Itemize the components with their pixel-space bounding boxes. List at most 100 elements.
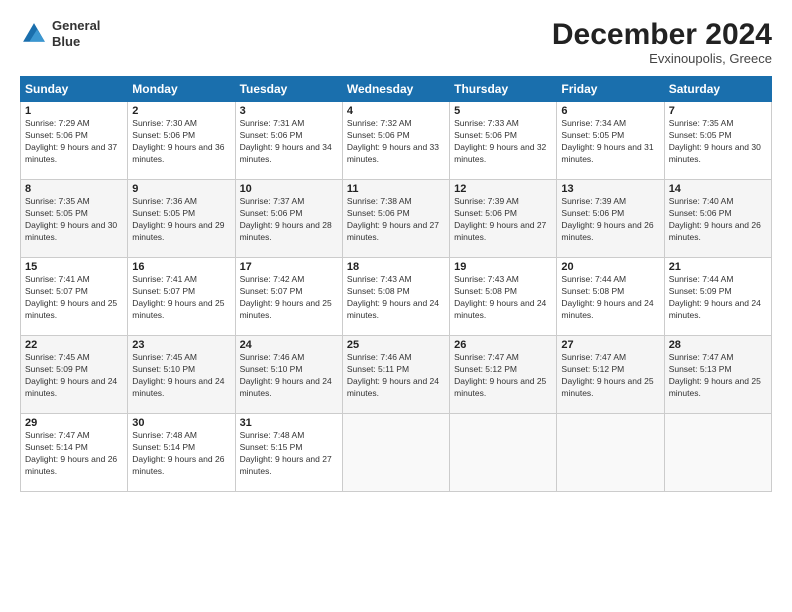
day-info: Sunrise: 7:39 AMSunset: 5:06 PMDaylight:… — [561, 196, 659, 244]
calendar-header-cell: Tuesday — [235, 77, 342, 102]
day-number: 19 — [454, 261, 552, 273]
calendar-header-cell: Sunday — [21, 77, 128, 102]
calendar-cell: 16Sunrise: 7:41 AMSunset: 5:07 PMDayligh… — [128, 258, 235, 336]
calendar-header-cell: Thursday — [450, 77, 557, 102]
day-info: Sunrise: 7:37 AMSunset: 5:06 PMDaylight:… — [240, 196, 338, 244]
calendar-cell: 9Sunrise: 7:36 AMSunset: 5:05 PMDaylight… — [128, 180, 235, 258]
day-number: 12 — [454, 183, 552, 195]
day-number: 13 — [561, 183, 659, 195]
calendar-header-cell: Monday — [128, 77, 235, 102]
calendar-cell: 8Sunrise: 7:35 AMSunset: 5:05 PMDaylight… — [21, 180, 128, 258]
day-number: 15 — [25, 261, 123, 273]
calendar-cell: 26Sunrise: 7:47 AMSunset: 5:12 PMDayligh… — [450, 336, 557, 414]
day-number: 28 — [669, 339, 767, 351]
day-info: Sunrise: 7:43 AMSunset: 5:08 PMDaylight:… — [454, 274, 552, 322]
calendar-cell: 5Sunrise: 7:33 AMSunset: 5:06 PMDaylight… — [450, 102, 557, 180]
day-number: 31 — [240, 417, 338, 429]
day-info: Sunrise: 7:45 AMSunset: 5:10 PMDaylight:… — [132, 352, 230, 400]
day-number: 30 — [132, 417, 230, 429]
calendar-cell: 19Sunrise: 7:43 AMSunset: 5:08 PMDayligh… — [450, 258, 557, 336]
day-info: Sunrise: 7:47 AMSunset: 5:12 PMDaylight:… — [454, 352, 552, 400]
day-number: 16 — [132, 261, 230, 273]
day-info: Sunrise: 7:48 AMSunset: 5:14 PMDaylight:… — [132, 430, 230, 478]
day-number: 7 — [669, 105, 767, 117]
day-info: Sunrise: 7:46 AMSunset: 5:11 PMDaylight:… — [347, 352, 445, 400]
day-info: Sunrise: 7:31 AMSunset: 5:06 PMDaylight:… — [240, 118, 338, 166]
day-number: 9 — [132, 183, 230, 195]
calendar-week-row: 29Sunrise: 7:47 AMSunset: 5:14 PMDayligh… — [21, 414, 772, 492]
calendar-cell: 31Sunrise: 7:48 AMSunset: 5:15 PMDayligh… — [235, 414, 342, 492]
calendar-week-row: 15Sunrise: 7:41 AMSunset: 5:07 PMDayligh… — [21, 258, 772, 336]
day-info: Sunrise: 7:39 AMSunset: 5:06 PMDaylight:… — [454, 196, 552, 244]
calendar-week-row: 1Sunrise: 7:29 AMSunset: 5:06 PMDaylight… — [21, 102, 772, 180]
calendar-cell: 29Sunrise: 7:47 AMSunset: 5:14 PMDayligh… — [21, 414, 128, 492]
calendar-cell: 10Sunrise: 7:37 AMSunset: 5:06 PMDayligh… — [235, 180, 342, 258]
calendar-cell: 7Sunrise: 7:35 AMSunset: 5:05 PMDaylight… — [664, 102, 771, 180]
day-number: 2 — [132, 105, 230, 117]
day-info: Sunrise: 7:43 AMSunset: 5:08 PMDaylight:… — [347, 274, 445, 322]
day-info: Sunrise: 7:44 AMSunset: 5:09 PMDaylight:… — [669, 274, 767, 322]
day-number: 18 — [347, 261, 445, 273]
day-number: 8 — [25, 183, 123, 195]
calendar-cell: 25Sunrise: 7:46 AMSunset: 5:11 PMDayligh… — [342, 336, 449, 414]
calendar-cell: 2Sunrise: 7:30 AMSunset: 5:06 PMDaylight… — [128, 102, 235, 180]
day-info: Sunrise: 7:34 AMSunset: 5:05 PMDaylight:… — [561, 118, 659, 166]
calendar-header-cell: Friday — [557, 77, 664, 102]
calendar-cell: 13Sunrise: 7:39 AMSunset: 5:06 PMDayligh… — [557, 180, 664, 258]
day-info: Sunrise: 7:47 AMSunset: 5:14 PMDaylight:… — [25, 430, 123, 478]
day-number: 6 — [561, 105, 659, 117]
calendar-cell: 27Sunrise: 7:47 AMSunset: 5:12 PMDayligh… — [557, 336, 664, 414]
calendar-cell: 21Sunrise: 7:44 AMSunset: 5:09 PMDayligh… — [664, 258, 771, 336]
day-number: 27 — [561, 339, 659, 351]
title-block: December 2024 Evxinoupolis, Greece — [552, 18, 772, 66]
calendar-cell: 18Sunrise: 7:43 AMSunset: 5:08 PMDayligh… — [342, 258, 449, 336]
day-info: Sunrise: 7:38 AMSunset: 5:06 PMDaylight:… — [347, 196, 445, 244]
calendar-cell: 14Sunrise: 7:40 AMSunset: 5:06 PMDayligh… — [664, 180, 771, 258]
day-number: 5 — [454, 105, 552, 117]
day-info: Sunrise: 7:42 AMSunset: 5:07 PMDaylight:… — [240, 274, 338, 322]
day-number: 3 — [240, 105, 338, 117]
day-info: Sunrise: 7:46 AMSunset: 5:10 PMDaylight:… — [240, 352, 338, 400]
calendar-table: SundayMondayTuesdayWednesdayThursdayFrid… — [20, 76, 772, 492]
day-number: 22 — [25, 339, 123, 351]
day-info: Sunrise: 7:47 AMSunset: 5:13 PMDaylight:… — [669, 352, 767, 400]
day-number: 4 — [347, 105, 445, 117]
day-info: Sunrise: 7:32 AMSunset: 5:06 PMDaylight:… — [347, 118, 445, 166]
calendar-cell — [342, 414, 449, 492]
day-info: Sunrise: 7:36 AMSunset: 5:05 PMDaylight:… — [132, 196, 230, 244]
calendar-cell: 23Sunrise: 7:45 AMSunset: 5:10 PMDayligh… — [128, 336, 235, 414]
day-number: 10 — [240, 183, 338, 195]
calendar-week-row: 8Sunrise: 7:35 AMSunset: 5:05 PMDaylight… — [21, 180, 772, 258]
calendar-cell: 1Sunrise: 7:29 AMSunset: 5:06 PMDaylight… — [21, 102, 128, 180]
day-number: 11 — [347, 183, 445, 195]
day-info: Sunrise: 7:47 AMSunset: 5:12 PMDaylight:… — [561, 352, 659, 400]
calendar-cell: 22Sunrise: 7:45 AMSunset: 5:09 PMDayligh… — [21, 336, 128, 414]
calendar-cell — [557, 414, 664, 492]
day-number: 25 — [347, 339, 445, 351]
day-number: 24 — [240, 339, 338, 351]
calendar-cell: 11Sunrise: 7:38 AMSunset: 5:06 PMDayligh… — [342, 180, 449, 258]
day-info: Sunrise: 7:35 AMSunset: 5:05 PMDaylight:… — [25, 196, 123, 244]
logo-icon — [20, 20, 48, 48]
day-info: Sunrise: 7:33 AMSunset: 5:06 PMDaylight:… — [454, 118, 552, 166]
calendar-cell: 12Sunrise: 7:39 AMSunset: 5:06 PMDayligh… — [450, 180, 557, 258]
day-number: 21 — [669, 261, 767, 273]
calendar-cell: 3Sunrise: 7:31 AMSunset: 5:06 PMDaylight… — [235, 102, 342, 180]
calendar-cell: 30Sunrise: 7:48 AMSunset: 5:14 PMDayligh… — [128, 414, 235, 492]
day-number: 14 — [669, 183, 767, 195]
day-info: Sunrise: 7:35 AMSunset: 5:05 PMDaylight:… — [669, 118, 767, 166]
day-number: 1 — [25, 105, 123, 117]
calendar-cell: 17Sunrise: 7:42 AMSunset: 5:07 PMDayligh… — [235, 258, 342, 336]
day-info: Sunrise: 7:44 AMSunset: 5:08 PMDaylight:… — [561, 274, 659, 322]
logo: General Blue — [20, 18, 100, 49]
calendar-body: 1Sunrise: 7:29 AMSunset: 5:06 PMDaylight… — [21, 102, 772, 492]
calendar-cell: 20Sunrise: 7:44 AMSunset: 5:08 PMDayligh… — [557, 258, 664, 336]
calendar-cell: 4Sunrise: 7:32 AMSunset: 5:06 PMDaylight… — [342, 102, 449, 180]
calendar-cell — [664, 414, 771, 492]
calendar-header-cell: Wednesday — [342, 77, 449, 102]
calendar-header-row: SundayMondayTuesdayWednesdayThursdayFrid… — [21, 77, 772, 102]
location: Evxinoupolis, Greece — [552, 51, 772, 66]
calendar-week-row: 22Sunrise: 7:45 AMSunset: 5:09 PMDayligh… — [21, 336, 772, 414]
calendar-header-cell: Saturday — [664, 77, 771, 102]
month-title: December 2024 — [552, 18, 772, 51]
